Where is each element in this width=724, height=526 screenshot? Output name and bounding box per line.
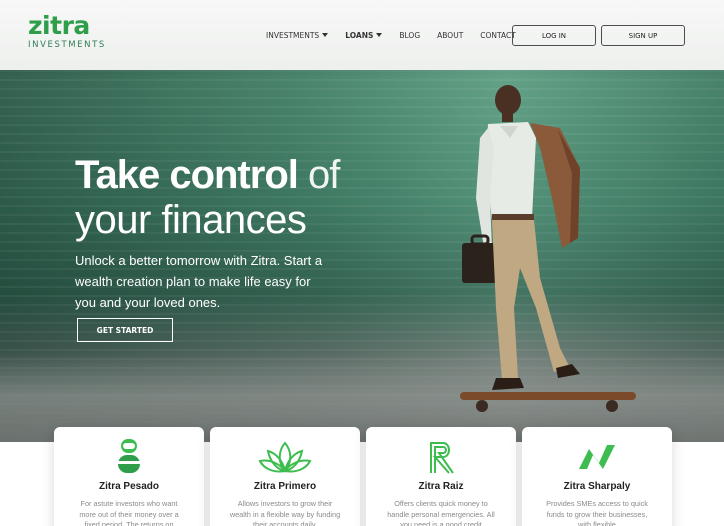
site-header: zitra INVESTMENTS INVESTMENTS LOANS BLOG…: [0, 0, 724, 70]
n-logo-icon: [579, 445, 615, 469]
login-button[interactable]: LOG IN: [512, 25, 596, 46]
logo-wordmark: zitra: [28, 11, 90, 40]
product-description: Provides SMEs access to quick funds to g…: [546, 499, 648, 526]
product-description: For astute investors who want more out o…: [79, 499, 179, 526]
hero-heading-strong: Take control: [75, 153, 299, 197]
logo-subtitle: INVESTMENTS: [28, 40, 106, 50]
main-nav: INVESTMENTS LOANS BLOG ABOUT CONTACT: [266, 0, 533, 70]
product-title: Zitra Sharpaly: [563, 481, 631, 492]
product-card-raiz[interactable]: Zitra Raiz Offers clients quick money to…: [366, 427, 516, 526]
product-description: Allows investors to grow their wealth in…: [229, 499, 341, 526]
product-title: Zitra Pesado: [98, 481, 160, 492]
brand-logo[interactable]: zitra INVESTMENTS: [28, 12, 108, 52]
nav-investments-label: INVESTMENTS: [266, 30, 320, 40]
hero-man-skateboarding-image: [460, 85, 636, 412]
product-title: Zitra Primero: [253, 481, 317, 492]
signup-button[interactable]: SIGN UP: [601, 25, 685, 46]
hero-heading-line2: your finances: [75, 198, 307, 242]
product-card-pesado[interactable]: Zitra Pesado For astute investors who wa…: [54, 427, 204, 526]
hero-heading-light: of: [297, 153, 340, 197]
nav-contact-label: CONTACT: [480, 30, 516, 40]
hero-heading: Take control of your finances: [75, 152, 340, 242]
lotus-icon: [258, 441, 312, 473]
chevron-down-icon: [322, 33, 329, 37]
nav-loans-label: LOANS: [345, 30, 374, 40]
get-started-button[interactable]: GET STARTED: [77, 318, 173, 342]
nav-loans[interactable]: LOANS: [345, 30, 383, 40]
hero-banner: Take control of your finances Unlock a b…: [0, 70, 724, 442]
product-description: Offers clients quick money to handle per…: [387, 499, 495, 526]
r-logo-icon: [430, 442, 454, 474]
nav-contact[interactable]: CONTACT: [480, 31, 516, 40]
chevron-down-icon: [376, 33, 383, 37]
product-card-sharpaly[interactable]: Zitra Sharpaly Provides SMEs access to q…: [522, 427, 672, 526]
product-card-primero[interactable]: Zitra Primero Allows investors to grow t…: [210, 427, 360, 526]
nav-about-label: ABOUT: [437, 30, 464, 40]
jar-icon: [118, 439, 140, 473]
hero-subtitle: Unlock a better tomorrow with Zitra. Sta…: [75, 253, 323, 310]
nav-blog[interactable]: BLOG: [399, 31, 420, 40]
product-title: Zitra Raiz: [418, 481, 464, 492]
nav-about[interactable]: ABOUT: [437, 31, 463, 40]
nav-blog-label: BLOG: [399, 30, 421, 40]
nav-investments[interactable]: INVESTMENTS: [266, 30, 329, 40]
